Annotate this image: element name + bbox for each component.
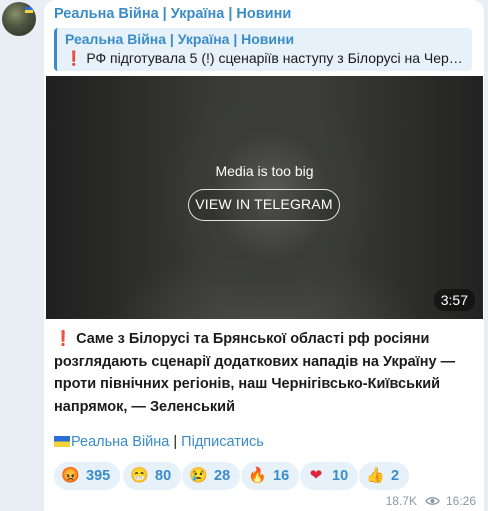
- reaction-heart[interactable]: ❤ 10: [300, 462, 359, 490]
- heart-icon: ❤: [309, 467, 323, 484]
- footer-links: Реальна Війна | Підписатись: [54, 434, 264, 450]
- angry-face-icon: 😡: [61, 467, 80, 484]
- exclamation-icon: ❗: [65, 50, 83, 66]
- forwarded-reply-preview[interactable]: Реальна Війна | Україна | Новини ❗ РФ пі…: [54, 28, 472, 71]
- view-in-telegram-button[interactable]: VIEW IN TELEGRAM: [188, 189, 340, 221]
- reaction-count: 395: [86, 468, 111, 484]
- channel-avatar[interactable]: [2, 2, 36, 36]
- reply-text: РФ підготувала 5 (!) сценаріїв наступу з…: [86, 50, 465, 66]
- media-too-big-label: Media is too big: [215, 163, 314, 179]
- crying-face-icon: 😢: [189, 467, 208, 484]
- reaction-grin[interactable]: 😁 80: [123, 462, 182, 490]
- flag-icon: [25, 7, 33, 13]
- ukraine-flag-icon: [54, 436, 70, 447]
- thumbs-up-icon: 👍: [366, 467, 385, 484]
- grin-face-icon: 😁: [130, 467, 149, 484]
- reaction-angry[interactable]: 😡 395: [54, 462, 121, 490]
- reaction-count: 10: [332, 468, 349, 484]
- view-count: 18.7K: [385, 494, 417, 508]
- message-body: Саме з Білорусі та Брянської області рф …: [54, 331, 456, 415]
- reaction-count: 80: [155, 468, 172, 484]
- message-time: 16:26: [445, 494, 476, 508]
- footer-separator: |: [169, 434, 182, 450]
- message-text: ❗ Саме з Білорусі та Брянської області р…: [54, 328, 474, 418]
- channel-link[interactable]: Реальна Війна: [71, 434, 169, 450]
- video-preview[interactable]: Media is too big VIEW IN TELEGRAM 3:57: [46, 76, 483, 319]
- reaction-count: 28: [214, 468, 231, 484]
- message-bubble: Реальна Війна | Україна | Новини Реальна…: [44, 0, 484, 511]
- reply-title: Реальна Війна | Україна | Новини: [65, 31, 295, 47]
- reaction-crying[interactable]: 😢 28: [182, 462, 241, 490]
- reply-text-line: ❗ РФ підготувала 5 (!) сценаріїв наступу…: [65, 49, 465, 68]
- exclamation-icon: ❗: [54, 331, 73, 347]
- subscribe-link[interactable]: Підписатись: [181, 434, 264, 450]
- reaction-thumbs-up[interactable]: 👍 2: [359, 462, 410, 490]
- fire-icon: 🔥: [248, 467, 267, 484]
- reaction-fire[interactable]: 🔥 16: [241, 462, 300, 490]
- eye-icon: [425, 497, 440, 505]
- reaction-count: 2: [391, 468, 400, 484]
- reaction-count: 16: [273, 468, 290, 484]
- video-duration-badge: 3:57: [433, 289, 475, 311]
- channel-name[interactable]: Реальна Війна | Україна | Новини: [54, 6, 291, 22]
- message-meta: 18.7K 16:26: [386, 494, 476, 508]
